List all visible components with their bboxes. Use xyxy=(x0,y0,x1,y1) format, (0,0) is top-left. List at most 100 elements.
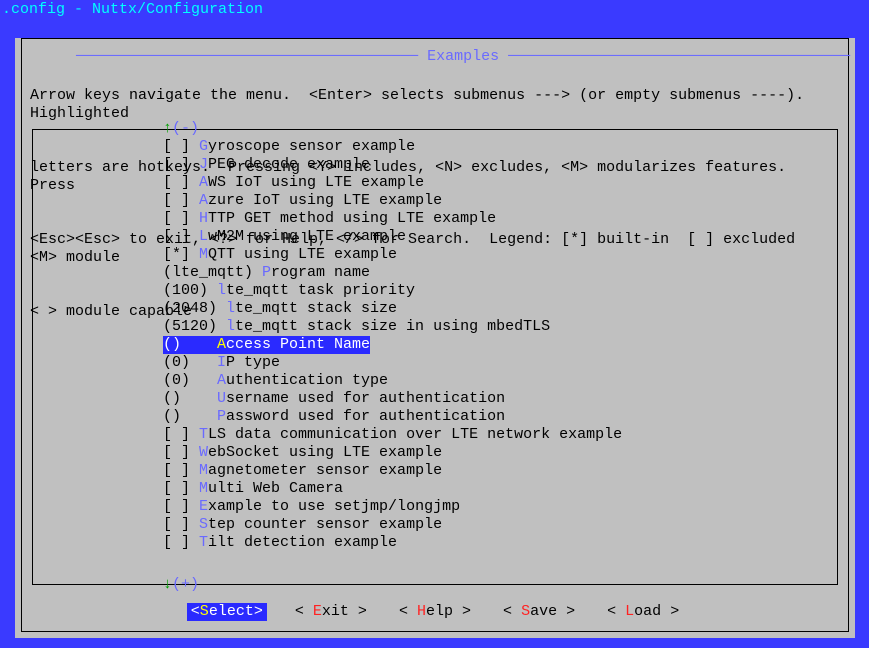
menu-item[interactable]: [*] MQTT using LTE example xyxy=(163,246,831,264)
menu-item-hotkey: P xyxy=(217,408,226,425)
menu-item-hotkey: P xyxy=(262,264,271,281)
select-button[interactable]: <Select> xyxy=(187,603,267,621)
menu-item-hotkey: M xyxy=(199,462,208,479)
menu-item-hotkey: l xyxy=(217,282,226,299)
menu-item-hotkey: A xyxy=(199,192,208,209)
menu-item[interactable]: [ ] HTTP GET method using LTE example xyxy=(163,210,831,228)
menu-item[interactable]: [ ] Azure IoT using LTE example xyxy=(163,192,831,210)
menu-item-hotkey: T xyxy=(199,426,208,443)
menu-item[interactable]: [ ] Step counter sensor example xyxy=(163,516,831,534)
menu-item-bracket: (2048) xyxy=(163,300,226,317)
menu-item-hotkey: A xyxy=(217,372,226,389)
menu-item-bracket: [ ] xyxy=(163,174,199,191)
menu-item-label: yroscope sensor example xyxy=(208,138,415,155)
menu-item-bracket: [ ] xyxy=(163,444,199,461)
menu-item[interactable]: (2048) lte_mqtt stack size xyxy=(163,300,831,318)
menu-item-hotkey: L xyxy=(199,228,208,245)
menu-item-bracket: [ ] xyxy=(163,138,199,155)
menu-item[interactable]: (lte_mqtt) Program name xyxy=(163,264,831,282)
arrow-down-icon: ↓ xyxy=(163,576,172,593)
menu-item[interactable]: [ ] Magnetometer sensor example xyxy=(163,462,831,480)
scroll-down-indicator[interactable]: ↓(+) xyxy=(163,576,199,594)
menu-item-label: ebSocket using LTE example xyxy=(208,444,442,461)
menu-item-label: uthentication type xyxy=(226,372,388,389)
menu-item-label: wM2M using LTE example xyxy=(208,228,406,245)
dialog-frame: ────────────────────────────────────── E… xyxy=(21,38,849,632)
menu-item-bracket: [ ] xyxy=(163,156,199,173)
menu-item-bracket: [ ] xyxy=(163,228,199,245)
menu-item[interactable]: (0) Authentication type xyxy=(163,372,831,390)
menu-item[interactable]: () Access Point Name xyxy=(163,336,831,354)
menu-item-label: LS data communication over LTE network e… xyxy=(208,426,622,443)
menu-item-bracket: [ ] xyxy=(163,480,199,497)
menu-item[interactable]: [ ] AWS IoT using LTE example xyxy=(163,174,831,192)
arrow-up-icon: ↑ xyxy=(163,120,172,137)
menu-item[interactable]: [ ] TLS data communication over LTE netw… xyxy=(163,426,831,444)
menu-item-bracket: (0) xyxy=(163,354,217,371)
menu-item-hotkey: M xyxy=(199,246,208,263)
menu-item[interactable]: (5120) lte_mqtt stack size in using mbed… xyxy=(163,318,831,336)
menu-item[interactable]: [ ] Multi Web Camera xyxy=(163,480,831,498)
menu-item-bracket: [ ] xyxy=(163,462,199,479)
scroll-down-sign: (+) xyxy=(172,576,199,593)
menu-item-label: te_mqtt stack size in using mbedTLS xyxy=(235,318,550,335)
button-bar: <Select> < Exit > < Help > < Save > < Load > xyxy=(22,603,848,621)
menu-item-label: zure IoT using LTE example xyxy=(208,192,442,209)
scroll-up-indicator[interactable]: ↑(-) xyxy=(163,120,199,138)
menu-item-bracket: [ ] xyxy=(163,534,199,551)
menu-item-hotkey: W xyxy=(199,444,208,461)
menu-item-bracket: [ ] xyxy=(163,426,199,443)
menu-item-hotkey: E xyxy=(199,498,208,515)
menu-item-bracket: () xyxy=(163,408,217,425)
menu-item-hotkey: S xyxy=(199,516,208,533)
menu-item-hotkey: I xyxy=(217,354,226,371)
menu-item-label: rogram name xyxy=(271,264,370,281)
menu-list[interactable]: [ ] Gyroscope sensor example[ ] JPEG dec… xyxy=(163,138,831,576)
menu-item-label: sername used for authentication xyxy=(226,390,505,407)
menu-item[interactable]: [ ] Tilt detection example xyxy=(163,534,831,552)
menu-item-bracket: (lte_mqtt) xyxy=(163,264,262,281)
menu-item-label: QTT using LTE example xyxy=(208,246,397,263)
menu-item[interactable]: (0) IP type xyxy=(163,354,831,372)
menu-item-hotkey: G xyxy=(199,138,208,155)
menu-item-bracket: [*] xyxy=(163,246,199,263)
menu-item-bracket: (100) xyxy=(163,282,217,299)
menu-item-bracket: [ ] xyxy=(163,516,199,533)
load-button[interactable]: < Load > xyxy=(603,603,683,621)
window-title: .config - Nuttx/Configuration xyxy=(0,0,869,19)
menu-item-label: PEG decode example xyxy=(208,156,370,173)
menu-item-label: ccess Point Name xyxy=(226,336,370,353)
menu-item-hotkey: A xyxy=(217,336,226,353)
help-button[interactable]: < Help > xyxy=(395,603,475,621)
menu-item-label: te_mqtt stack size xyxy=(235,300,397,317)
menu-item-label: tep counter sensor example xyxy=(208,516,442,533)
menu-item-bracket: [ ] xyxy=(163,210,199,227)
help-line: Arrow keys navigate the menu. <Enter> se… xyxy=(30,87,840,123)
menu-item-label: xample to use setjmp/longjmp xyxy=(208,498,460,515)
menu-frame: ↑(-) [ ] Gyroscope sensor example[ ] JPE… xyxy=(32,129,838,585)
menu-item[interactable]: [ ] JPEG decode example xyxy=(163,156,831,174)
menu-item-hotkey: U xyxy=(217,390,226,407)
menu-item-bracket: (5120) xyxy=(163,318,226,335)
menu-item-label: ilt detection example xyxy=(208,534,397,551)
menu-item-label: agnetometer sensor example xyxy=(208,462,442,479)
menu-item-label: assword used for authentication xyxy=(226,408,505,425)
menu-item[interactable]: (100) lte_mqtt task priority xyxy=(163,282,831,300)
menu-item-bracket: () xyxy=(163,336,217,353)
menu-item-hotkey: l xyxy=(226,300,235,317)
menu-item[interactable]: [ ] Example to use setjmp/longjmp xyxy=(163,498,831,516)
scroll-up-sign: (-) xyxy=(172,120,199,137)
menu-item-hotkey: l xyxy=(226,318,235,335)
menu-item-label: P type xyxy=(226,354,280,371)
menu-item-hotkey: T xyxy=(199,534,208,551)
menu-item-hotkey: H xyxy=(199,210,208,227)
menu-item-label: ulti Web Camera xyxy=(208,480,343,497)
save-button[interactable]: < Save > xyxy=(499,603,579,621)
menu-item[interactable]: () Password used for authentication xyxy=(163,408,831,426)
menu-item[interactable]: () Username used for authentication xyxy=(163,390,831,408)
dialog-outer: ────────────────────────────────────── E… xyxy=(15,38,855,638)
menu-item[interactable]: [ ] Gyroscope sensor example xyxy=(163,138,831,156)
menu-item[interactable]: [ ] WebSocket using LTE example xyxy=(163,444,831,462)
menu-item[interactable]: [ ] LwM2M using LTE example xyxy=(163,228,831,246)
exit-button[interactable]: < Exit > xyxy=(291,603,371,621)
